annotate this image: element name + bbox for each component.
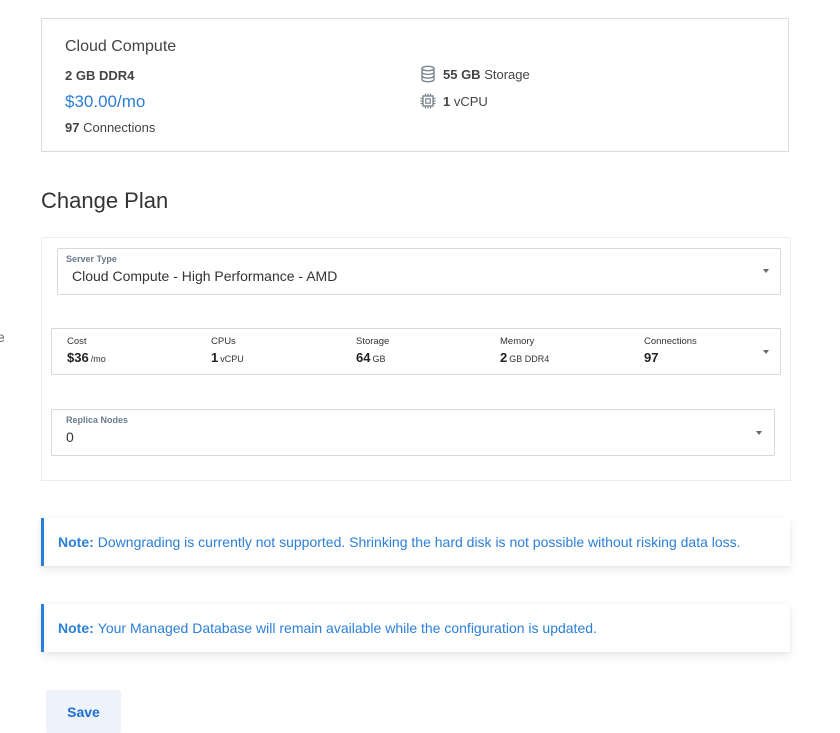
current-plan-ram: 2 GB DDR4 <box>65 68 135 83</box>
note-text: Downgrading is currently not supported. … <box>97 534 741 550</box>
current-plan-name: Cloud Compute <box>65 38 177 55</box>
spec-cpus: CPUs 1 vCPU <box>211 336 244 365</box>
spec-cpus-value: 1 <box>211 350 219 365</box>
spec-cost-value: $36 <box>67 350 89 365</box>
replica-nodes-label: Replica Nodes <box>66 415 129 425</box>
change-plan-title: Change Plan <box>41 188 169 213</box>
note-text: Your Managed Database will remain availa… <box>97 620 597 636</box>
plan-spec-select[interactable]: Cost $36/mo CPUs 1 vCPU Storage 64 GB Memo… <box>51 328 781 375</box>
spec-cpus-unit: vCPU <box>220 354 244 364</box>
downgrade-note: Note: Downgrading is currently not suppo… <box>41 518 790 566</box>
spec-cpus-label: CPUs <box>211 336 236 347</box>
change-plan-panel: Server Type Cloud Compute - High Perform… <box>41 237 791 481</box>
clipped-sidebar-text: e <box>0 329 5 345</box>
storage-value: 55 GB <box>443 66 481 82</box>
cpu-chip-icon <box>419 92 437 110</box>
vcpu-value: 1 <box>443 93 451 109</box>
spec-cost-label: Cost <box>67 336 87 347</box>
spec-storage-unit: GB <box>372 354 386 364</box>
spec-memory-value: 2 <box>500 350 508 365</box>
spec-memory: Memory 2 GB DDR4 <box>500 336 549 365</box>
note-label: Note: <box>58 620 94 636</box>
save-button[interactable]: Save <box>46 690 121 733</box>
database-icon <box>419 65 437 83</box>
spec-connections-value: 97 <box>644 350 659 365</box>
server-type-select[interactable]: Server Type Cloud Compute - High Perform… <box>57 248 781 295</box>
availability-note: Note: Your Managed Database will remain … <box>41 604 790 652</box>
spec-cost: Cost $36/mo <box>67 336 106 365</box>
spec-connections: Connections 97 <box>644 336 697 365</box>
storage-label: Storage <box>484 66 530 82</box>
replica-nodes-value: 0 <box>66 429 74 445</box>
connections-value: 97 <box>65 120 80 135</box>
vcpu-label: vCPU <box>453 93 488 109</box>
spec-memory-unit: GB DDR4 <box>509 354 550 364</box>
chevron-down-icon <box>756 431 762 435</box>
replica-nodes-select[interactable]: Replica Nodes 0 <box>51 409 775 456</box>
spec-storage-value: 64 <box>356 350 371 365</box>
current-plan-price: $30.00/mo <box>65 92 146 111</box>
note-label: Note: <box>58 534 94 550</box>
spec-storage: Storage 64 GB <box>356 336 389 365</box>
chevron-down-icon <box>763 350 769 354</box>
spec-memory-label: Memory <box>500 336 535 347</box>
current-plan-storage: 55 GB Storage <box>419 65 530 83</box>
server-type-label: Server Type <box>66 254 117 264</box>
current-plan-connections: 97 Connections <box>65 120 155 135</box>
spec-connections-label: Connections <box>644 336 697 347</box>
connections-label: Connections <box>83 120 156 135</box>
current-plan-summary: Cloud Compute 2 GB DDR4 $30.00/mo 97 Con… <box>41 18 789 152</box>
server-type-value: Cloud Compute - High Performance - AMD <box>72 268 338 284</box>
spec-cost-unit: /mo <box>90 354 106 364</box>
spec-storage-label: Storage <box>356 336 390 347</box>
chevron-down-icon <box>763 269 769 273</box>
current-plan-vcpu: 1 vCPU <box>419 92 488 110</box>
